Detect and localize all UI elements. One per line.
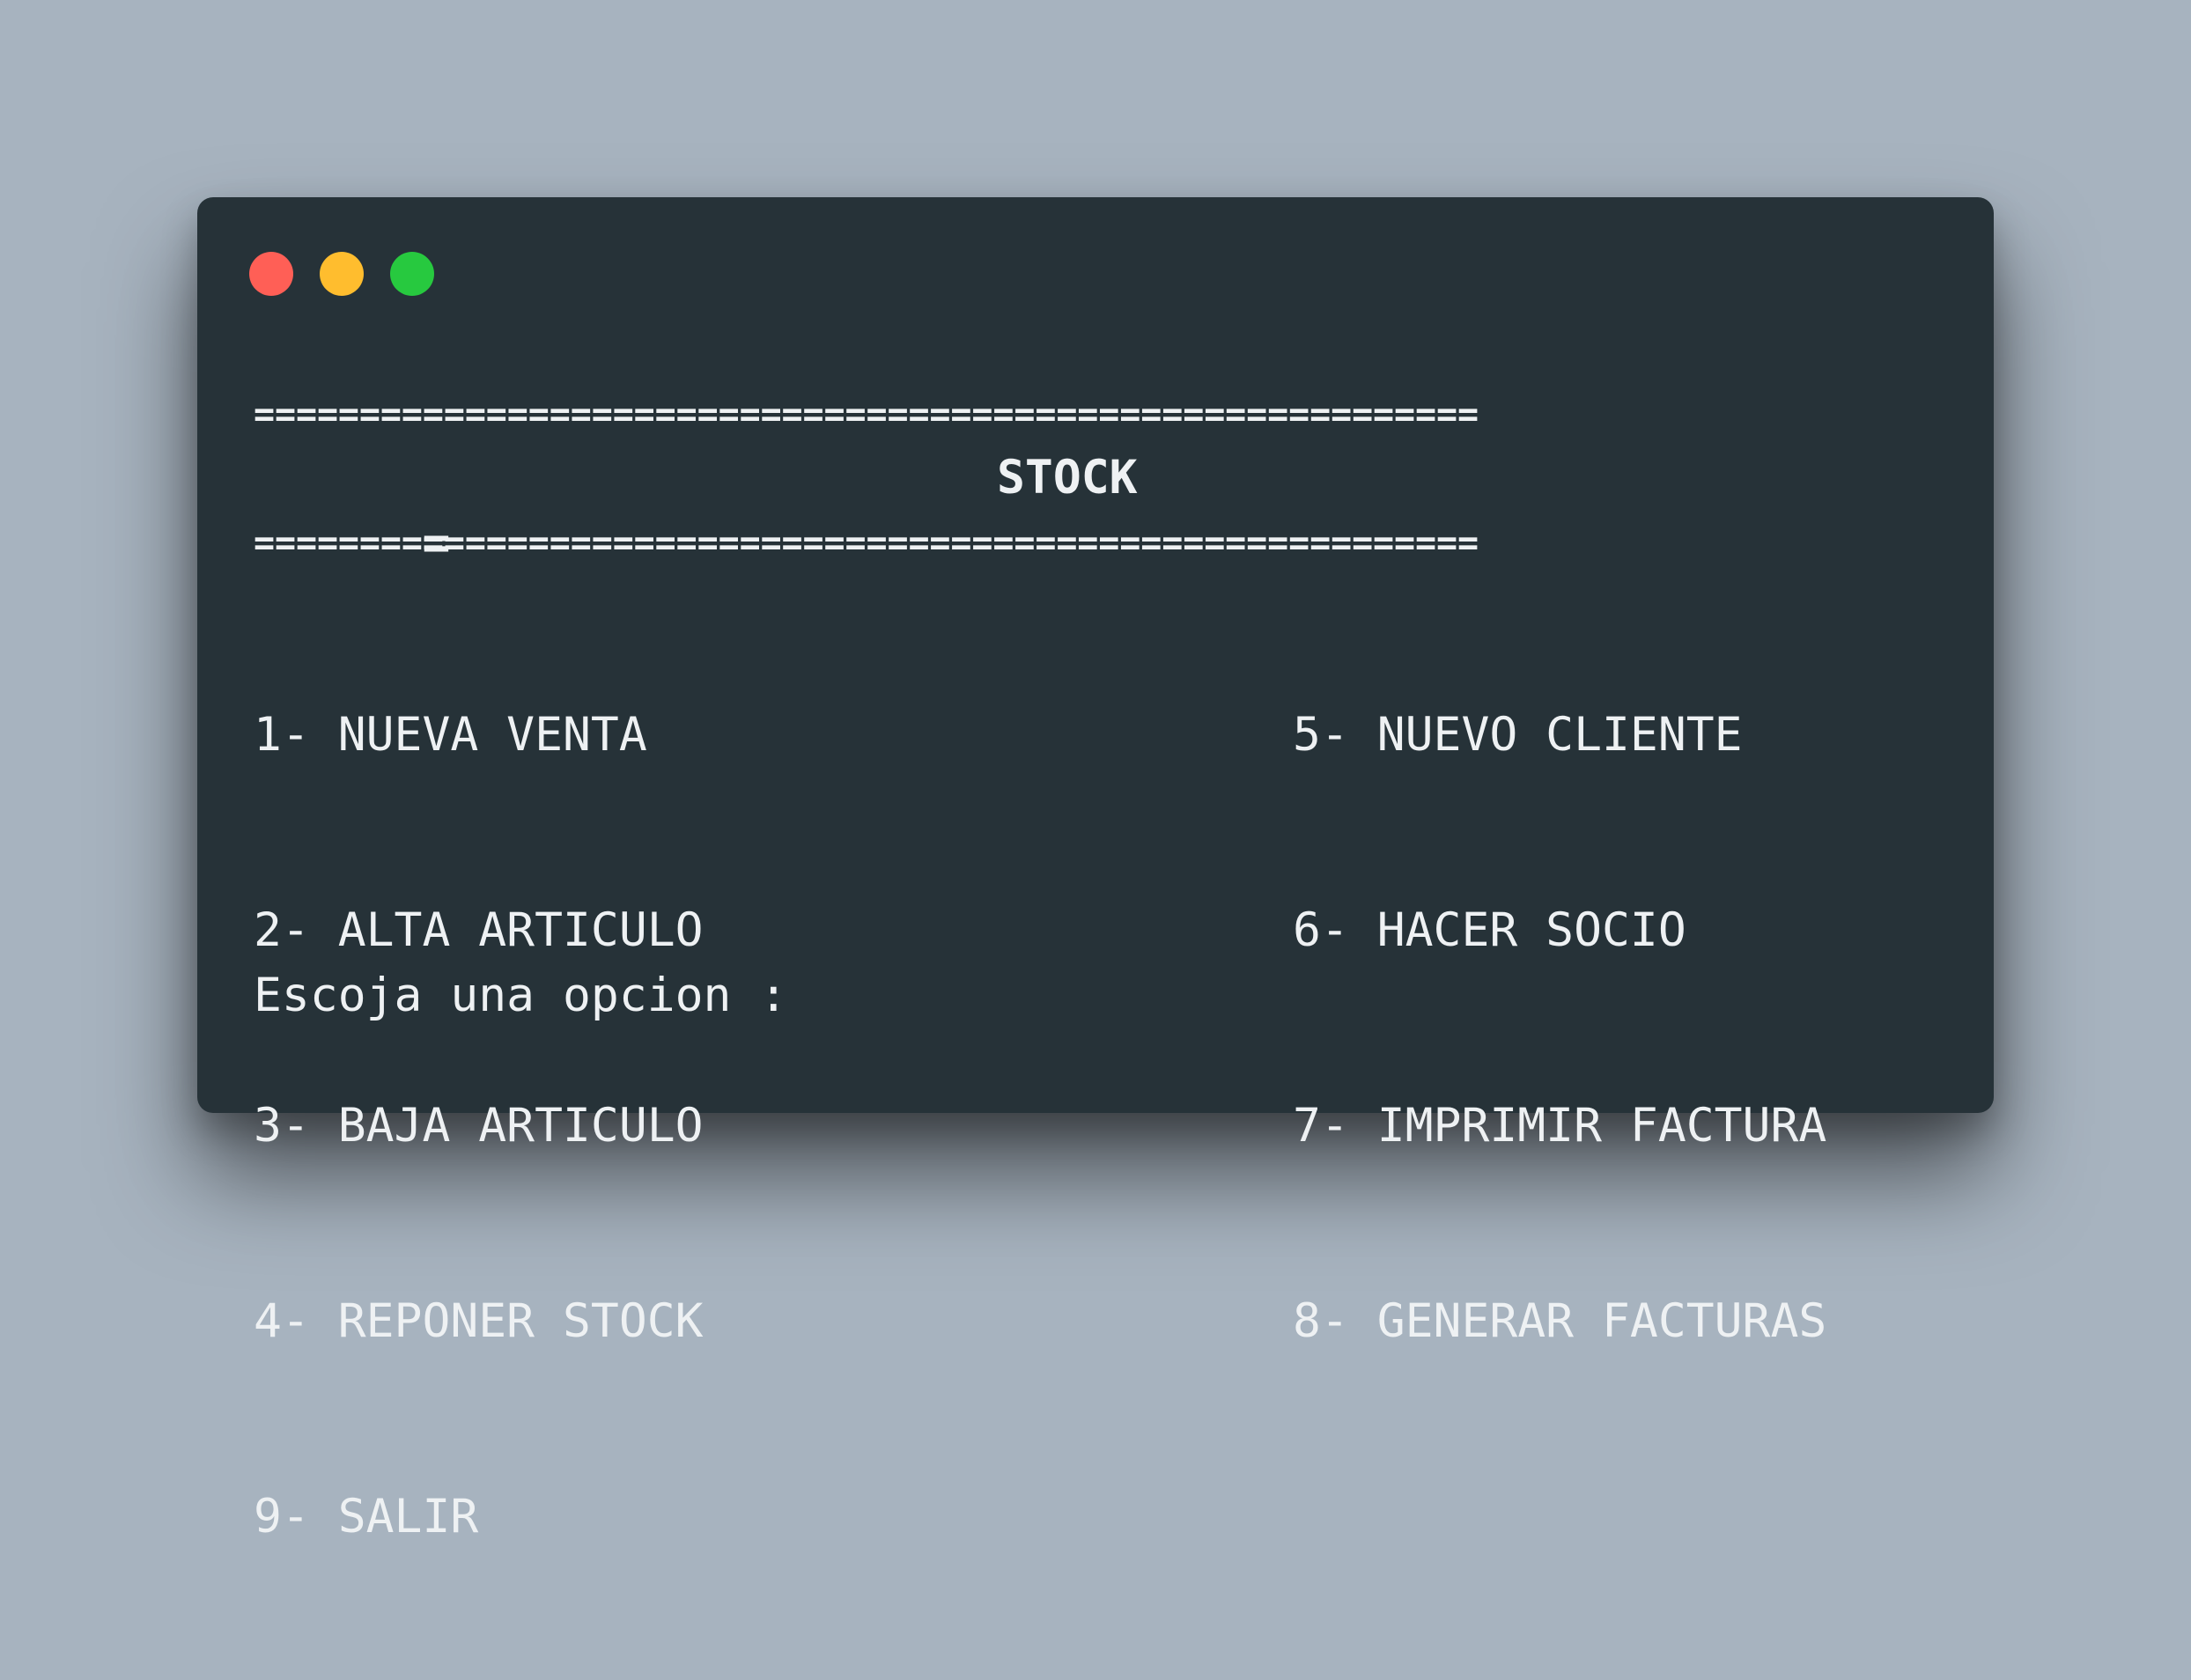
- rule-bottom: ========================================…: [254, 523, 1479, 564]
- menu-option: 4- REPONER STOCK: [254, 1294, 704, 1348]
- banner-title: STOCK: [997, 451, 1138, 505]
- menu-option: 5- NUEVO CLIENTE: [1293, 708, 1743, 762]
- maximize-button[interactable]: [390, 252, 434, 296]
- menu-option: 2- ALTA ARTICULO: [254, 903, 704, 957]
- menu-option: 3- BAJA ARTICULO: [254, 1099, 704, 1153]
- terminal-window: ========================================…: [197, 197, 1994, 1544]
- menu-option: 8- GENERAR FACTURAS: [1293, 1294, 1827, 1348]
- menu-left-column: 1- NUEVA VENTA 2- ALTA ARTICULO 3- BAJA …: [254, 572, 704, 1680]
- menu-right-column: 5- NUEVO CLIENTE 6- HACER SOCIO 7- IMPRI…: [1293, 572, 1826, 1485]
- menu-option: 9- SALIR: [254, 1490, 479, 1544]
- menu-option: 6- HACER SOCIO: [1293, 903, 1686, 957]
- menu-option: 7- IMPRIMIR FACTURA: [1293, 1099, 1827, 1153]
- input-prompt[interactable]: Escoja una opcion :: [254, 963, 787, 1028]
- menu-option: 1- NUEVA VENTA: [254, 708, 647, 762]
- terminal-output: ========================================…: [254, 197, 1826, 1544]
- rule-top: ========================================…: [254, 394, 1479, 435]
